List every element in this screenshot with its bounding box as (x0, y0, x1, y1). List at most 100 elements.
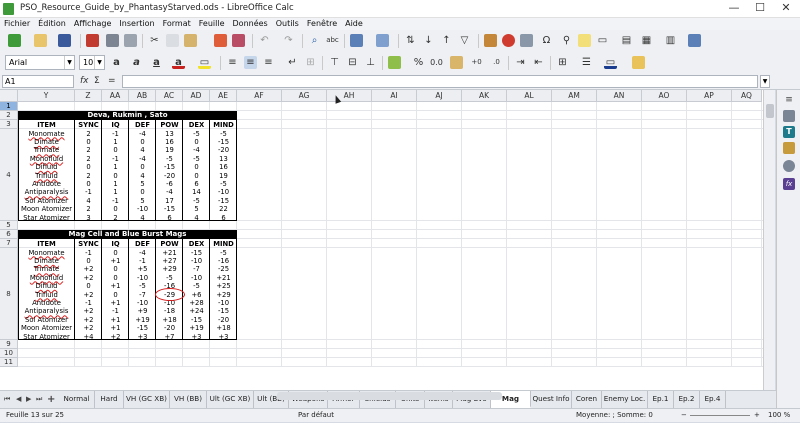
menu-format[interactable]: Format (159, 18, 195, 30)
sum-icon[interactable]: Σ (94, 75, 100, 88)
close-button[interactable]: ✕ (775, 1, 797, 14)
column-icon[interactable] (376, 34, 389, 47)
align-top-icon[interactable]: ⊤ (328, 56, 341, 69)
spreadsheet-grid[interactable]: Y Z AA AB AC AD AE AF AG AH AI AJ AK AL AM AN AO AP AQ 1 2 3 4… (0, 90, 763, 390)
row-header-3[interactable]: 3 (0, 120, 18, 129)
border-color-icon[interactable]: ▭ (604, 56, 617, 69)
gallery-icon[interactable] (783, 142, 795, 154)
col-header-ae[interactable]: AE (210, 90, 237, 102)
delete-decimal-icon[interactable]: .0 (490, 56, 503, 69)
menu-feuille[interactable]: Feuille (195, 18, 229, 30)
merge-cells-icon[interactable]: ⊞ (304, 56, 317, 69)
previous-sheet-icon[interactable]: ◀ (16, 393, 21, 406)
col-header-ak[interactable]: AK (462, 90, 507, 102)
last-sheet-icon[interactable]: ⏭ (36, 393, 42, 406)
scrollbar-thumb[interactable] (766, 104, 774, 118)
headers-footers-icon[interactable]: ▭ (596, 34, 609, 47)
comment-icon[interactable] (578, 34, 591, 47)
col-header-ao[interactable]: AO (642, 90, 687, 102)
redo-icon[interactable]: ↷ (282, 34, 295, 47)
chevron-down-icon[interactable]: ▼ (94, 56, 104, 69)
row-header-7[interactable]: 7 (0, 239, 18, 248)
sheet-tab-enemy-loc[interactable]: Enemy Loc. (602, 391, 648, 408)
align-right-icon[interactable]: ≡ (262, 56, 275, 69)
clone-formatting-icon[interactable] (214, 34, 227, 47)
sort-descending-icon[interactable]: ↓ (422, 34, 435, 47)
col-header-ad[interactable]: AD (183, 90, 210, 102)
border-style-icon[interactable]: ☰ (580, 56, 593, 69)
menu-icon[interactable]: ≡ (783, 94, 795, 106)
insert-image-icon[interactable] (484, 34, 497, 47)
insert-chart-icon[interactable] (502, 34, 515, 47)
col-header-aj[interactable]: AJ (417, 90, 462, 102)
functions-icon[interactable]: fx (783, 178, 795, 190)
open-folder-icon[interactable] (34, 34, 47, 47)
center-vertically-icon[interactable]: ⊟ (346, 56, 359, 69)
paste-icon[interactable] (184, 34, 197, 47)
chevron-down-icon[interactable]: ▼ (64, 56, 74, 69)
decrease-indent-icon[interactable]: ⇤ (532, 56, 545, 69)
font-size-box[interactable]: 10 ▼ (79, 55, 105, 70)
col-header-ab[interactable]: AB (129, 90, 156, 102)
save-icon[interactable] (58, 34, 71, 47)
menu-edition[interactable]: Édition (34, 18, 70, 30)
menu-fenetre[interactable]: Fenêtre (303, 18, 341, 30)
function-wizard-icon[interactable]: fx (80, 75, 89, 88)
col-header-y[interactable]: Y (18, 90, 75, 102)
col-header-am[interactable]: AM (552, 90, 597, 102)
col-header-al[interactable]: AL (507, 90, 552, 102)
maximize-button[interactable]: ☐ (749, 1, 771, 14)
underline-icon[interactable]: a (150, 56, 163, 69)
menu-donnees[interactable]: Données (229, 18, 272, 30)
copy-icon[interactable] (166, 34, 179, 47)
col-header-an[interactable]: AN (597, 90, 642, 102)
menu-insertion[interactable]: Insertion (115, 18, 158, 30)
cut-icon[interactable]: ✂ (148, 34, 161, 47)
col-header-ac[interactable]: AC (156, 90, 183, 102)
show-draw-functions-icon[interactable] (688, 34, 701, 47)
sort-icon[interactable]: ⇅ (404, 34, 417, 47)
print-preview-icon[interactable] (124, 34, 137, 47)
sheet-tab-ep-4[interactable]: Ep.4 (700, 391, 726, 408)
menu-affichage[interactable]: Affichage (70, 18, 116, 30)
clear-formatting-icon[interactable] (232, 34, 245, 47)
sheet-tab-ult-gc-xb[interactable]: Ult (GC XB) (207, 391, 254, 408)
vertical-scrollbar[interactable] (763, 90, 775, 390)
select-all-corner[interactable] (0, 90, 18, 102)
export-pdf-icon[interactable] (86, 34, 99, 47)
freeze-rows-icon[interactable]: ▦ (640, 34, 653, 47)
name-box[interactable]: A1 (2, 75, 74, 88)
col-header-aq[interactable]: AQ (732, 90, 762, 102)
navigator-icon[interactable] (783, 160, 795, 172)
split-window-icon[interactable]: ▥ (664, 34, 677, 47)
hyperlink-icon[interactable]: ⚲ (560, 34, 573, 47)
find-replace-icon[interactable]: ⌕ (308, 34, 321, 47)
special-character-icon[interactable]: Ω (540, 34, 553, 47)
font-color-icon[interactable]: a (172, 56, 185, 69)
sort-ascending-icon[interactable]: ↑ (440, 34, 453, 47)
horizontal-scrollbar[interactable] (277, 392, 502, 400)
bold-icon[interactable]: a (110, 56, 123, 69)
spelling-icon[interactable]: abc (326, 34, 339, 47)
wrap-text-icon[interactable]: ↵ (286, 56, 299, 69)
percent-format-icon[interactable]: % (412, 56, 425, 69)
expand-formula-icon[interactable]: ▼ (760, 75, 770, 88)
row-header-10[interactable]: 10 (0, 349, 18, 358)
zoom-level[interactable]: 100 % (768, 409, 790, 422)
add-decimal-icon[interactable]: +0 (470, 56, 483, 69)
row-header-8[interactable]: 8 (0, 248, 18, 340)
styles-icon[interactable]: T (783, 126, 795, 138)
col-header-aa[interactable]: AA (102, 90, 129, 102)
highlight-color-icon[interactable]: ▭ (198, 56, 211, 69)
menu-outils[interactable]: Outils (272, 18, 303, 30)
sheet-tab-vh-gc-xb[interactable]: VH (GC XB) (124, 391, 170, 408)
col-header-z[interactable]: Z (75, 90, 102, 102)
col-header-af[interactable]: AF (237, 90, 282, 102)
align-left-icon[interactable]: ≡ (226, 56, 239, 69)
increase-indent-icon[interactable]: ⇥ (514, 56, 527, 69)
row-icon[interactable] (350, 34, 363, 47)
define-print-area-icon[interactable]: ▤ (620, 34, 633, 47)
minimize-button[interactable]: — (723, 1, 745, 14)
menu-fichier[interactable]: Fichier (0, 18, 34, 30)
col-header-ai[interactable]: AI (372, 90, 417, 102)
